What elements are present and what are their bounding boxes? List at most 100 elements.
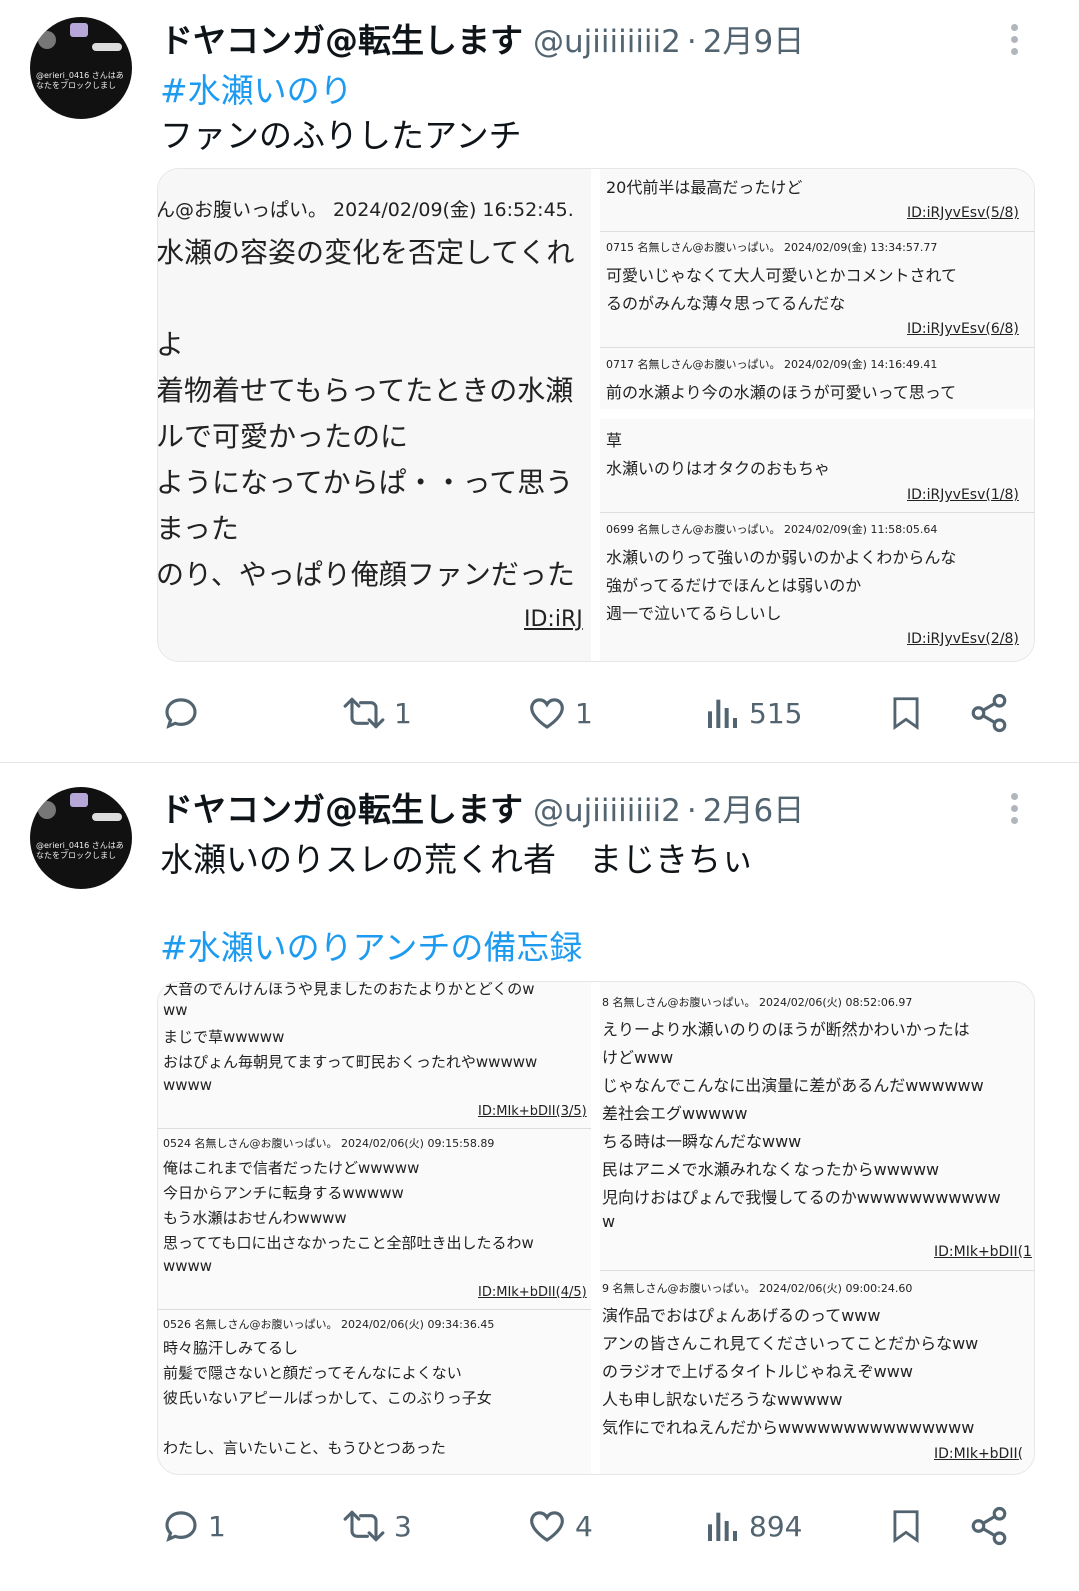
separator: · bbox=[686, 24, 697, 60]
image-text: 0524 名無しさん@お腹いっぱい。 2024/02/06(火) 09:15:5… bbox=[163, 1137, 495, 1150]
image-text: 前の水瀬より今の水瀬のほうが可愛いって思って bbox=[606, 383, 957, 402]
tweet-date[interactable]: 2月9日 bbox=[703, 16, 804, 61]
divider bbox=[600, 1270, 1034, 1271]
image-text: ん@お腹いっぱい。 2024/02/09(金) 16:52:45. bbox=[158, 199, 574, 221]
tweet[interactable]: @erieri_0416 さんはあ なたをブロックしまし ドヤコンガ@転生します… bbox=[0, 763, 1079, 1591]
views-button[interactable]: 894 bbox=[703, 1501, 802, 1551]
divider bbox=[158, 1128, 591, 1129]
image-id-ref: ID:MIk+bDII(4/5) bbox=[478, 1285, 587, 1300]
image-text: アンの皆さんこれ見てくださいってことだからなww bbox=[602, 1334, 979, 1353]
separator: · bbox=[686, 793, 697, 829]
image-text: 人も申し訳ないだろうなwwwww bbox=[602, 1390, 843, 1409]
media-image-left[interactable]: ん@お腹いっぱい。 2024/02/09(金) 16:52:45. 水瀬の容姿の… bbox=[158, 169, 591, 661]
image-text: ルで可愛かったのに bbox=[158, 420, 409, 453]
divider bbox=[600, 409, 1034, 419]
image-text: 俺はこれまで信者だったけどwwwww bbox=[163, 1159, 420, 1177]
retweet-button[interactable]: 1 bbox=[340, 688, 412, 738]
reply-button[interactable] bbox=[160, 688, 208, 738]
avatar-detail bbox=[38, 801, 56, 819]
bookmark-button[interactable] bbox=[887, 688, 925, 738]
like-count: 4 bbox=[575, 1509, 593, 1543]
more-icon[interactable] bbox=[1006, 20, 1022, 60]
image-id-ref: ID:iRJyvEsv(1/8) bbox=[907, 487, 1019, 503]
image-text: じゃなんでこんなに出演量に差があるんだwwwwww bbox=[602, 1076, 984, 1095]
image-text: まじで草wwwww bbox=[163, 1028, 285, 1046]
action-bar: 1 3 4 894 bbox=[0, 1501, 1079, 1551]
image-text: 0715 名無しさん@お腹いっぱい。 2024/02/09(金) 13:34:5… bbox=[606, 241, 938, 254]
avatar-detail bbox=[92, 813, 122, 821]
image-text: よ bbox=[158, 328, 185, 361]
views-count: 894 bbox=[749, 1509, 803, 1543]
media-image-left[interactable]: 大音のでんけんほうや見ましたのおたよりかとどくのw ww まじで草wwwww お… bbox=[158, 982, 591, 1474]
reply-icon bbox=[160, 1505, 202, 1547]
divider bbox=[600, 347, 1034, 348]
share-button[interactable] bbox=[968, 1501, 1010, 1551]
image-text: 週一で泣いてるらしいし bbox=[606, 604, 782, 623]
like-button[interactable]: 4 bbox=[525, 1501, 593, 1551]
tweet-date[interactable]: 2月6日 bbox=[703, 785, 804, 830]
share-icon bbox=[968, 692, 1010, 734]
bookmark-icon bbox=[887, 1504, 925, 1548]
image-id-ref: ID:iRJ bbox=[524, 607, 583, 632]
image-id-ref: ID:iRJyvEsv(6/8) bbox=[907, 321, 1019, 337]
tweet[interactable]: @erieri_0416 さんはあ なたをブロックしまし ドヤコンガ@転生します… bbox=[0, 0, 1079, 760]
image-text: 20代前半は最高だったけど bbox=[606, 178, 803, 197]
views-icon bbox=[703, 1505, 743, 1547]
image-text: 時々脇汗しみてるし bbox=[163, 1339, 299, 1357]
image-text: w bbox=[602, 1212, 616, 1231]
like-button[interactable]: 1 bbox=[525, 688, 593, 738]
image-id-ref: ID:MIk+bDII(3/5) bbox=[478, 1104, 587, 1119]
avatar[interactable]: @erieri_0416 さんはあ なたをブロックしまし bbox=[30, 17, 132, 119]
image-text: 着物着せてもらってたときの水瀬 bbox=[158, 374, 574, 407]
avatar-text: @erieri_0416 さんはあ なたをブロックしまし bbox=[36, 71, 124, 90]
image-text: 差社会エグwwwww bbox=[602, 1104, 748, 1123]
avatar[interactable]: @erieri_0416 さんはあ なたをブロックしまし bbox=[30, 787, 132, 889]
tweet-text: 水瀬いのりスレの荒くれ者 まじきちぃ bbox=[160, 840, 754, 879]
image-text: 気作にでれねえんだからwwwwwwwwwwwwwww bbox=[602, 1418, 975, 1437]
heart-icon bbox=[525, 692, 569, 734]
image-text: るのがみんな薄々思ってるんだな bbox=[606, 294, 846, 313]
hashtag-link[interactable]: #水瀬いのりアンチの備忘録 bbox=[160, 921, 582, 969]
image-id-ref: ID:MIk+bDII(1 bbox=[934, 1244, 1032, 1260]
more-icon[interactable] bbox=[1006, 789, 1022, 829]
author-name[interactable]: ドヤコンガ@転生します bbox=[160, 783, 523, 831]
tweet-media[interactable]: 大音のでんけんほうや見ましたのおたよりかとどくのw ww まじで草wwwww お… bbox=[157, 981, 1035, 1475]
heart-icon bbox=[525, 1505, 569, 1547]
share-button[interactable] bbox=[968, 688, 1010, 738]
image-text: 0717 名無しさん@お腹いっぱい。 2024/02/09(金) 14:16:4… bbox=[606, 358, 938, 371]
divider bbox=[158, 1309, 591, 1310]
reply-icon bbox=[160, 692, 202, 734]
author-handle[interactable]: @ujiiiiiiii2 bbox=[533, 793, 681, 829]
divider bbox=[600, 231, 1034, 232]
views-button[interactable]: 515 bbox=[703, 688, 802, 738]
image-text: もう水瀬はおせんわwwww bbox=[163, 1209, 347, 1227]
image-id-ref: ID:iRJyvEsv(2/8) bbox=[907, 631, 1019, 647]
retweet-button[interactable]: 3 bbox=[340, 1501, 412, 1551]
image-text: おはぴょん毎朝見てますって町民おくったれやwwwww bbox=[163, 1053, 538, 1071]
bookmark-button[interactable] bbox=[887, 1501, 925, 1551]
media-image-right[interactable]: 20代前半は最高だったけど ID:iRJyvEsv(5/8) 0715 名無しさ… bbox=[600, 169, 1034, 661]
image-text: 0526 名無しさん@お腹いっぱい。 2024/02/06(火) 09:34:3… bbox=[163, 1318, 495, 1331]
image-text: 民はアニメで水瀬みれなくなったからwwwww bbox=[602, 1160, 940, 1179]
author-name[interactable]: ドヤコンガ@転生します bbox=[160, 14, 523, 62]
image-text: ww bbox=[163, 1001, 188, 1019]
avatar-detail bbox=[70, 793, 88, 807]
image-text: 水瀬の容姿の変化を否定してくれ bbox=[158, 236, 575, 269]
avatar-detail bbox=[92, 43, 122, 51]
image-text: wwww bbox=[163, 1257, 213, 1275]
reply-button[interactable]: 1 bbox=[160, 1501, 226, 1551]
image-id-ref: ID:MIk+bDII( bbox=[934, 1446, 1024, 1462]
retweet-icon bbox=[340, 1505, 388, 1547]
tweet-header: ドヤコンガ@転生します @ujiiiiiiii2 · 2月6日 bbox=[160, 783, 804, 830]
author-handle[interactable]: @ujiiiiiiii2 bbox=[533, 24, 681, 60]
image-text: 0699 名無しさん@お腹いっぱい。 2024/02/09(金) 11:58:0… bbox=[606, 523, 938, 536]
hashtag-link[interactable]: #水瀬いのり bbox=[160, 64, 353, 112]
image-text: 水瀬いのりって強いのか弱いのかよくわからんな bbox=[606, 548, 957, 567]
tweet-media[interactable]: ん@お腹いっぱい。 2024/02/09(金) 16:52:45. 水瀬の容姿の… bbox=[157, 168, 1035, 662]
image-text: のり、やっぱり俺顔ファンだった bbox=[158, 558, 575, 591]
image-text: まった bbox=[158, 512, 239, 545]
image-text: ようになってからぱ・・って思う bbox=[158, 466, 574, 499]
views-icon bbox=[703, 692, 743, 734]
media-image-right[interactable]: 8 名無しさん@お腹いっぱい。 2024/02/06(火) 08:52:06.9… bbox=[600, 982, 1034, 1474]
action-bar: 1 1 515 bbox=[0, 688, 1079, 738]
